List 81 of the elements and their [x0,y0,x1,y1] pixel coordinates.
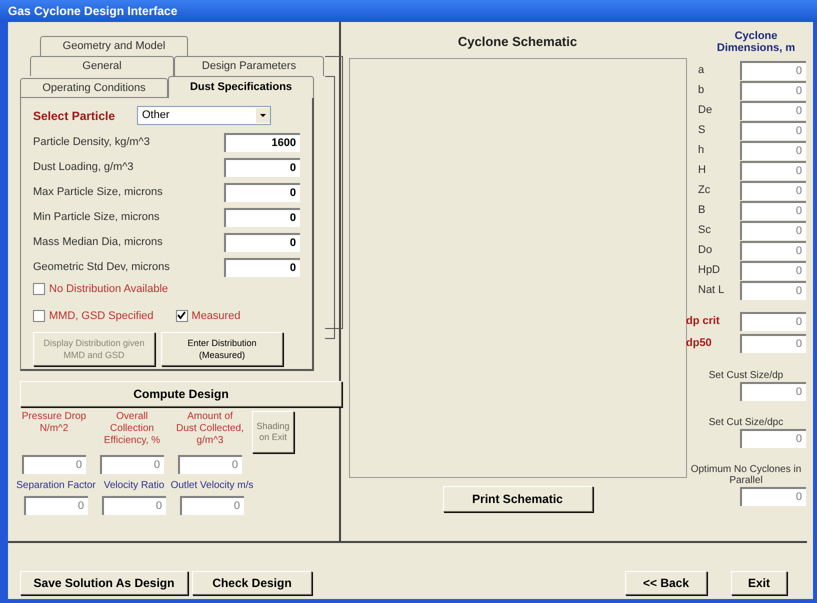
input-field[interactable]: 0 [178,455,242,474]
checkbox[interactable] [33,283,45,296]
input-field[interactable]: 0 [224,233,300,252]
select-label: Select Particle [33,108,116,124]
input-field[interactable]: 0 [22,455,86,474]
compute-design-button[interactable]: Compute Design [20,381,342,407]
checkbox[interactable] [33,310,45,322]
input-field[interactable]: 0 [740,180,806,200]
setting-label: Optimum No Cyclones in Parallel [690,464,802,486]
input-field[interactable]: 0 [224,258,300,277]
cut-size-label: dp50 [686,336,712,351]
tab[interactable]: Dust Specifications [168,76,314,98]
input-field[interactable]: 0 [740,487,806,506]
input-field[interactable]: 0 [740,80,806,100]
input-field[interactable]: 0 [102,496,166,515]
result-label: Amount of Dust Collected, g/m^3 [176,411,244,448]
checkbox-label: No Distribution Available [49,282,168,297]
input-field[interactable]: 0 [740,240,806,260]
window-title: Gas Cyclone Design Interface [8,3,178,20]
field-label: Geometric Std Dev, microns [33,260,170,276]
dimension-label: H [698,162,706,178]
field-label: Dust Loading, g/m^3 [33,160,134,176]
footer-button[interactable]: Exit [731,571,787,595]
input-field[interactable]: 0 [740,382,806,401]
dimension-label: Sc [698,222,711,238]
checkbox-label: Measured [192,308,240,324]
input-field[interactable]: 0 [740,60,806,80]
input-field[interactable]: 0 [740,334,806,352]
dimension-label: b [698,82,704,98]
dimension-label: a [698,62,704,78]
field-label: Particle Density, kg/m^3 [33,135,150,150]
input-field[interactable]: 0 [740,160,806,180]
input-field[interactable]: 0 [740,280,806,300]
footer-button[interactable]: << Back [625,571,707,595]
field-label: Min Particle Size, microns [33,210,160,226]
input-field[interactable]: 0 [180,496,244,515]
input-field[interactable]: 0 [740,220,806,240]
schematic-title: Cyclone Schematic [458,33,578,51]
input-field[interactable]: 0 [740,100,806,120]
input-field[interactable]: 1600 [224,133,300,152]
input-field[interactable]: 0 [224,208,300,227]
tab[interactable]: Operating Conditions [20,78,168,98]
result-label: Velocity Ratio [104,479,164,493]
tab[interactable]: Design Parameters [174,56,324,76]
checkbox[interactable] [176,310,188,322]
tab[interactable]: General [30,56,174,76]
input-field[interactable]: 0 [740,260,806,280]
result-label: Pressure Drop N/m^2 [20,411,88,436]
particle-dropdown[interactable]: Other [137,106,271,125]
input-field[interactable]: 0 [740,140,806,160]
dimension-label: HpD [698,262,720,278]
dimension-label: Zc [698,182,710,198]
field-label: Max Particle Size, microns [33,185,163,200]
input-field[interactable]: 0 [24,496,88,515]
setting-label: Set Cust Size/dp [708,370,784,381]
input-field[interactable]: 0 [740,200,806,220]
dimension-label: h [698,142,704,158]
tab[interactable]: Geometry and Model [40,36,188,56]
setting-label: Set Cut Size/dpc [708,417,784,428]
result-label: Outlet Velocity m/s [170,479,254,493]
footer-button[interactable]: Save Solution As Design [20,571,188,595]
print-schematic-button[interactable]: Print Schematic [442,486,592,512]
cut-size-label: dp crit [686,314,720,329]
dimensions-title: Cyclone Dimensions, m [716,30,796,54]
footer-button[interactable]: Check Design [192,571,312,595]
dimension-label: De [698,102,712,118]
input-field[interactable]: 0 [740,120,806,140]
dimension-label: S [698,122,706,138]
field-label: Mass Median Dia, microns [33,235,163,250]
distribution-button[interactable]: Enter Distribution (Measured) [161,332,283,366]
input-field[interactable]: 0 [224,183,300,202]
input-field[interactable]: 0 [740,312,806,330]
result-label: Overall Collection Efficiency, % [102,411,162,448]
input-field[interactable]: 0 [740,429,806,448]
dimension-label: B [698,202,706,218]
dimension-label: Nat L [698,282,724,298]
input-field[interactable]: 0 [100,455,164,474]
dimension-label: Do [698,242,712,258]
result-label: Separation Factor [16,479,96,493]
checkbox-label: MMD, GSD Specified [49,308,154,324]
input-field[interactable]: 0 [224,158,300,177]
